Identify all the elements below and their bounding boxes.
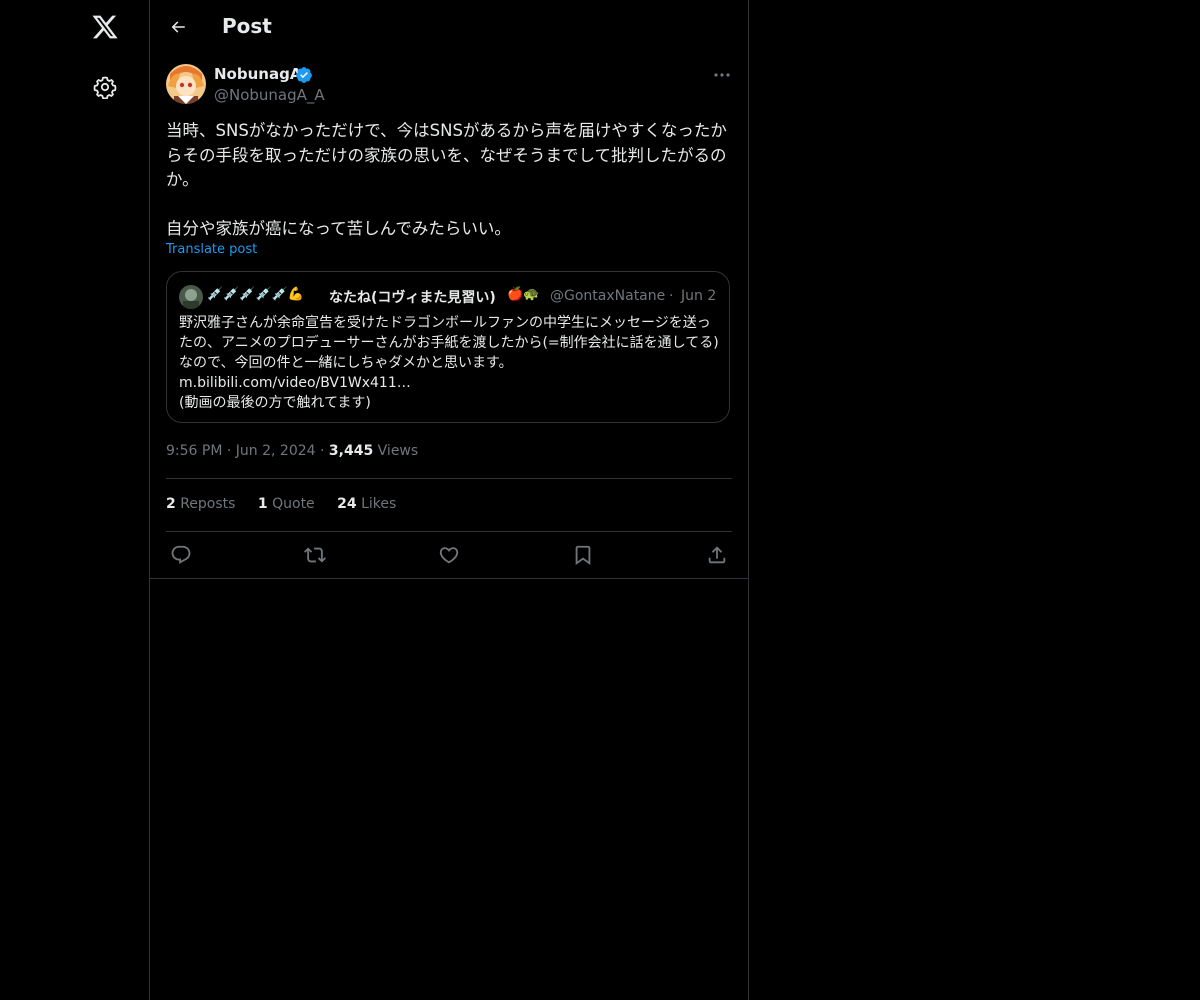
- post-time[interactable]: 9:56 PM: [166, 443, 222, 459]
- share-icon[interactable]: [704, 542, 730, 568]
- divider: [166, 478, 732, 479]
- engagement-stats: 2 Reposts 1 Quote 24 Likes: [166, 496, 414, 512]
- separator-dot: ·: [226, 443, 236, 459]
- author-handle[interactable]: @NobunagA_A: [214, 86, 325, 104]
- action-bar: [166, 542, 732, 568]
- quote-author-name: なたね(コヴィまた見習い): [329, 290, 496, 306]
- views-count: 3,445: [328, 443, 374, 459]
- reposts-count: 2: [166, 496, 176, 512]
- x-logo-icon[interactable]: [88, 10, 122, 44]
- avatar[interactable]: [166, 64, 206, 104]
- more-dots-icon[interactable]: [710, 64, 734, 86]
- quote-emoji-prefix: 💉💉💉💉💉💪: [207, 287, 305, 302]
- quotes-label: Quote: [272, 496, 315, 512]
- quote-author-handle: @GontaxNatane: [550, 288, 666, 304]
- separator-dot: ·: [320, 443, 329, 459]
- divider: [166, 531, 732, 532]
- likes-stat[interactable]: 24 Likes: [337, 496, 396, 512]
- translate-post-link[interactable]: Translate post: [166, 242, 257, 257]
- quotes-count: 1: [257, 496, 268, 512]
- quote-date: Jun 2: [681, 288, 717, 304]
- back-arrow-icon[interactable]: [164, 13, 192, 41]
- reposts-label: Reposts: [180, 496, 236, 512]
- quote-avatar[interactable]: [179, 285, 203, 309]
- divider: [150, 578, 748, 579]
- quote-text: 野沢雅子さんが余命宣告を受けたドラゴンボールファンの中学生にメッセージを送ったの…: [179, 315, 719, 411]
- likes-label: Likes: [361, 496, 397, 512]
- page-title: Post: [222, 14, 272, 38]
- post-date[interactable]: Jun 2, 2024: [236, 443, 316, 459]
- bookmark-icon[interactable]: [570, 542, 596, 568]
- repost-icon[interactable]: [302, 542, 328, 568]
- quote-emoji-suffix: 🍎🐢: [507, 287, 540, 302]
- verified-badge-icon: [295, 66, 313, 84]
- views-label: Views: [377, 443, 419, 459]
- post-header: Post: [150, 0, 748, 54]
- reposts-stat[interactable]: 2 Reposts: [166, 496, 235, 512]
- heart-icon[interactable]: [436, 542, 462, 568]
- separator-dot: ·: [669, 288, 674, 304]
- post-column: Post NobunagA @NobunagA_A 当時、SNSがなかっただけで…: [149, 0, 749, 1000]
- author-name[interactable]: NobunagA: [214, 65, 301, 83]
- post-text: 当時、SNSがなかっただけで、今はSNSがあるから声を届けやすくなったからその手…: [166, 121, 727, 238]
- quoted-post[interactable]: 💉💉💉💉💉💪 なたね(コヴィまた見習い) 🍎🐢 @GontaxNatane · …: [166, 271, 730, 423]
- likes-count: 24: [337, 496, 357, 512]
- quotes-stat[interactable]: 1 Quote: [258, 496, 315, 512]
- post-meta: 9:56 PM · Jun 2, 2024 · 3,445 Views: [166, 443, 418, 459]
- reply-icon[interactable]: [168, 542, 194, 568]
- gear-icon[interactable]: [90, 72, 120, 102]
- left-nav: [0, 0, 149, 1000]
